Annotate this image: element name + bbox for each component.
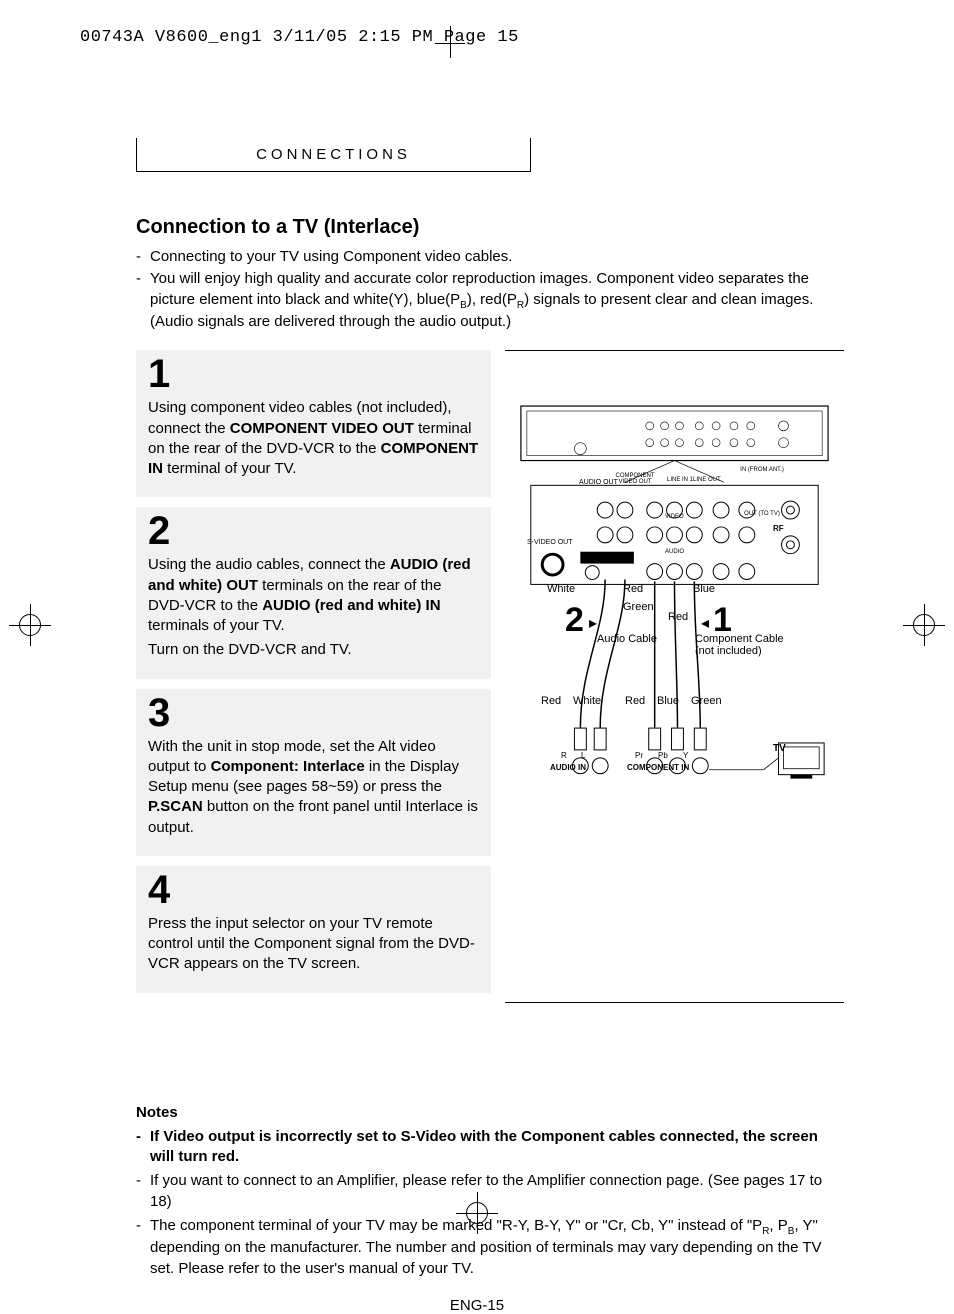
step-number: 2 [148, 511, 479, 551]
label-blue-bl: Blue [657, 695, 679, 707]
arrow-left-icon: ◂ [701, 613, 709, 633]
label-svideo-out: S-VIDEO OUT [527, 539, 573, 546]
step-number: 3 [148, 693, 479, 733]
step-text: Using component video cables (not includ… [148, 398, 479, 479]
label-audio: AUDIO [665, 549, 684, 555]
label-in-ant: IN (FROM ANT.) [739, 467, 785, 473]
diagram-svg [511, 399, 838, 859]
step-text: With the unit in stop mode, set the Alt … [148, 737, 479, 838]
label-red-top: Red [623, 583, 643, 595]
label-red-bl: Red [541, 695, 561, 707]
label-white-top: White [547, 583, 575, 595]
content-row: 1 Using component video cables (not incl… [58, 350, 896, 1002]
label-component-cable: Component Cable (not included) [695, 633, 785, 657]
step-2: 2 Using the audio cables, connect the AU… [136, 507, 491, 678]
step-4: 4 Press the input selector on your TV re… [136, 866, 491, 993]
step-text-2: Turn on the DVD-VCR and TV. [148, 640, 479, 660]
intro-text-1: Connecting to your TV using Component vi… [150, 247, 512, 267]
registration-mark-right [909, 610, 939, 645]
step-text: Press the input selector on your TV remo… [148, 914, 479, 975]
page-number: ENG-15 [58, 1297, 896, 1314]
notes-title: Notes [136, 1103, 836, 1123]
label-green-top: Green [623, 601, 654, 613]
label-video: VIDEO [665, 514, 684, 520]
label-red-mid: Red [668, 611, 688, 623]
registration-mark-left [15, 610, 45, 645]
label-y: Y [683, 751, 688, 760]
connection-diagram: AUDIO OUT COMPONENT VIDEO OUT LINE IN 1 … [505, 350, 844, 1002]
intro-text-2: You will enjoy high quality and accurate… [150, 269, 836, 332]
label-component-in: COMPONENT IN [627, 763, 689, 772]
label-line-out: LINE OUT [693, 477, 721, 483]
label-audio-cable: Audio Cable [597, 633, 657, 645]
step-number: 4 [148, 870, 479, 910]
diagram-number-2: 2 [565, 601, 584, 640]
intro-item-1: - Connecting to your TV using Component … [136, 247, 836, 267]
note-text-2: If you want to connect to an Amplifier, … [150, 1171, 836, 1212]
step-text: Using the audio cables, connect the AUDI… [148, 555, 479, 636]
arrow-right-icon: ▸ [589, 613, 597, 633]
step-number: 1 [148, 354, 479, 394]
note-text-1: If Video output is incorrectly set to S-… [150, 1127, 836, 1168]
label-pr: Pr [635, 751, 643, 760]
step-1: 1 Using component video cables (not incl… [136, 350, 491, 497]
label-red-bl2: Red [625, 695, 645, 707]
label-r: R [561, 751, 567, 760]
label-audio-in: AUDIO IN [550, 763, 586, 772]
label-blue-top: Blue [693, 583, 715, 595]
label-line-in1: LINE IN 1 [667, 477, 693, 483]
label-green-bl: Green [691, 695, 722, 707]
intro-list: - Connecting to your TV using Component … [136, 247, 836, 332]
notes-section: Notes - If Video output is incorrectly s… [136, 1103, 836, 1279]
intro-item-2: - You will enjoy high quality and accura… [136, 269, 836, 332]
label-component-video-out: COMPONENT VIDEO OUT [613, 473, 657, 485]
note-text-3: The component terminal of your TV may be… [150, 1216, 836, 1279]
page: 00743A V8600_eng1 3/11/05 2:15 PM Page 1… [0, 0, 954, 1288]
registration-mark-bottom [462, 1198, 492, 1233]
label-white-bl: White [573, 695, 601, 707]
label-l: L [581, 751, 585, 760]
label-out-tv: OUT (TO TV) [739, 511, 785, 517]
steps-column: 1 Using component video cables (not incl… [136, 350, 491, 1002]
label-tv: TV [773, 743, 786, 754]
note-item-1: - If Video output is incorrectly set to … [136, 1127, 836, 1168]
label-pb: Pb [658, 751, 668, 760]
section-label: CONNECTIONS [136, 138, 531, 172]
label-digital-audio-out: DIGITAL AUDIO OUT [568, 544, 616, 550]
step-3: 3 With the unit in stop mode, set the Al… [136, 689, 491, 856]
print-header-meta: 00743A V8600_eng1 3/11/05 2:15 PM Page 1… [80, 28, 519, 47]
section-title: Connection to a TV (Interlace) [136, 216, 896, 239]
label-rf: RF [773, 524, 784, 533]
